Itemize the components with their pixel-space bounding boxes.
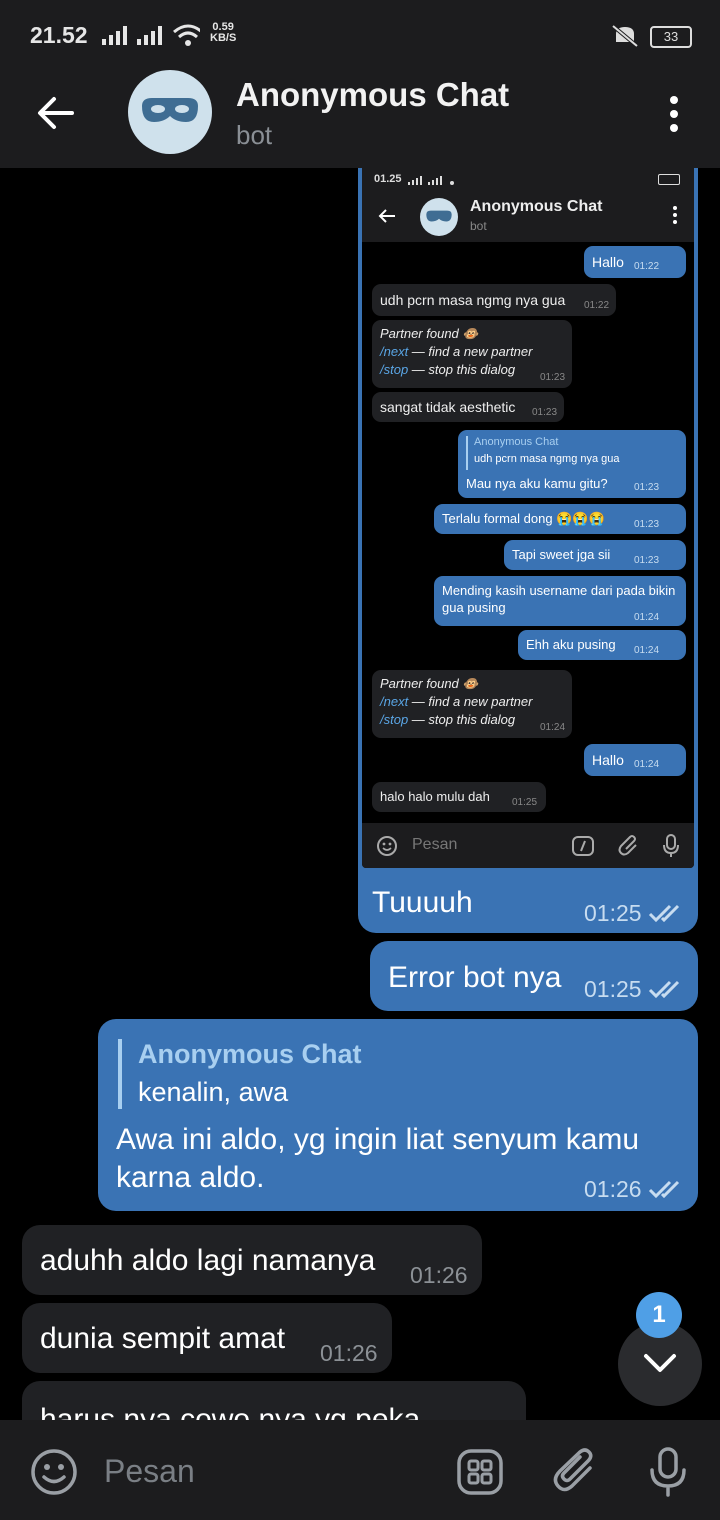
- embedded-status-time: 01.25: [374, 173, 402, 185]
- avatar[interactable]: [128, 70, 212, 154]
- double-check-icon: [648, 904, 680, 922]
- embedded-message: Terlalu formal dong 😭😭😭 01:23: [434, 504, 686, 534]
- embedded-message: Ehh aku pusing 01:24: [518, 630, 686, 660]
- message-text: harus nya cowo nya yg peka: [40, 1403, 421, 1420]
- embedded-battery-indicator: [658, 174, 680, 185]
- embedded-mic-icon: [663, 834, 679, 857]
- unread-badge[interactable]: 1: [636, 1292, 682, 1338]
- reply-author[interactable]: Anonymous Chat: [138, 1039, 362, 1070]
- embedded-attach-icon: [618, 835, 637, 856]
- embedded-message: Anonymous Chat udh pcrn masa ngmg nya gu…: [458, 430, 686, 498]
- message-time: 01:25: [584, 900, 642, 926]
- message-time: 01:26: [584, 1176, 642, 1202]
- message-text: aduhh aldo lagi namanya: [40, 1244, 376, 1277]
- embedded-header: Anonymous Chat bot: [362, 190, 694, 242]
- attach-icon[interactable]: [552, 1446, 598, 1496]
- message-bubble-incoming[interactable]: aduhh aldo lagi namanya 01:26: [22, 1225, 482, 1295]
- double-check-icon: [648, 980, 680, 998]
- double-check-icon: [648, 1180, 680, 1198]
- embedded-back-arrow-icon: [378, 209, 395, 223]
- embedded-message: Mending kasih username dari pada bikin g…: [434, 576, 686, 626]
- embedded-more-icon: [673, 206, 677, 224]
- embedded-avatar: [420, 198, 458, 236]
- embedded-message: sangat tidak aesthetic 01:23: [372, 392, 564, 422]
- embedded-message: halo halo mulu dah 01:25: [372, 782, 546, 812]
- emoji-icon[interactable]: [30, 1448, 78, 1496]
- message-list[interactable]: 01.25 Anonymous Chat bot Hallo 01:22 udh…: [0, 168, 720, 1420]
- embedded-message: Hallo 01:24: [584, 744, 686, 776]
- chevron-down-icon: [644, 1354, 676, 1372]
- embedded-emoji-icon: [377, 836, 397, 856]
- network-speed: 0.59 KB/S: [210, 21, 237, 44]
- message-bubble-outgoing[interactable]: Error bot nya 01:25: [370, 941, 698, 1011]
- message-bubble-incoming[interactable]: harus nya cowo nya yg peka: [22, 1381, 526, 1420]
- embedded-subtitle: bot: [470, 219, 487, 233]
- more-options-icon[interactable]: [666, 96, 682, 132]
- message-text-line: karna aldo.: [116, 1161, 265, 1194]
- message-input[interactable]: Pesan: [104, 1453, 195, 1490]
- embedded-message: Tapi sweet jga sii 01:23: [504, 540, 686, 570]
- microphone-icon[interactable]: [648, 1446, 688, 1498]
- embedded-message: Partner found 🐵 /next — find a new partn…: [372, 320, 572, 388]
- embedded-title: Anonymous Chat: [470, 198, 603, 215]
- message-text-line: Awa ini aldo, yg ingin liat senyum kamu: [116, 1123, 640, 1156]
- message-time: 01:26: [410, 1262, 468, 1288]
- battery-indicator: 33: [650, 26, 692, 48]
- embedded-message: udh pcrn masa ngmg nya gua 01:22: [372, 284, 616, 316]
- back-arrow-icon[interactable]: [36, 93, 76, 133]
- embedded-message: Hallo 01:22: [584, 246, 686, 278]
- reply-text[interactable]: kenalin, awa: [138, 1077, 288, 1108]
- signal-icon: [102, 24, 200, 46]
- embedded-command-icon: [572, 836, 594, 856]
- message-text: Error bot nya: [388, 961, 562, 994]
- message-bubble-outgoing[interactable]: Anonymous Chat kenalin, awa Awa ini aldo…: [98, 1019, 698, 1211]
- embedded-input-bar: Pesan: [362, 823, 694, 868]
- bot-menu-icon[interactable]: [456, 1448, 504, 1496]
- chat-header: Anonymous Chat bot: [0, 58, 720, 168]
- status-bar: 21.52 0.59 KB/S 33: [0, 0, 720, 58]
- embedded-message: Partner found 🐵 /next — find a new partn…: [372, 670, 572, 738]
- message-bubble-incoming[interactable]: dunia sempit amat 01:26: [22, 1303, 392, 1373]
- embedded-mask-icon: [426, 210, 452, 222]
- image-message[interactable]: 01.25 Anonymous Chat bot Hallo 01:22 udh…: [358, 168, 698, 933]
- message-time: 01:25: [584, 976, 642, 1002]
- embedded-screenshot[interactable]: 01.25 Anonymous Chat bot Hallo 01:22 udh…: [362, 168, 694, 868]
- embedded-status-bar: 01.25: [362, 168, 694, 190]
- message-text: Tuuuuh: [372, 886, 473, 919]
- message-time: 01:26: [320, 1340, 378, 1366]
- mute-icon: [611, 24, 639, 48]
- status-time: 21.52: [30, 22, 88, 48]
- chat-subtitle: bot: [236, 120, 273, 150]
- chat-title[interactable]: Anonymous Chat: [236, 76, 509, 114]
- embedded-input-placeholder: Pesan: [412, 836, 458, 853]
- message-text: dunia sempit amat: [40, 1322, 286, 1355]
- mask-icon: [142, 98, 198, 122]
- embedded-signal-icon: [408, 176, 454, 185]
- message-input-bar: Pesan: [0, 1420, 720, 1520]
- reply-quote-bar: [118, 1039, 122, 1109]
